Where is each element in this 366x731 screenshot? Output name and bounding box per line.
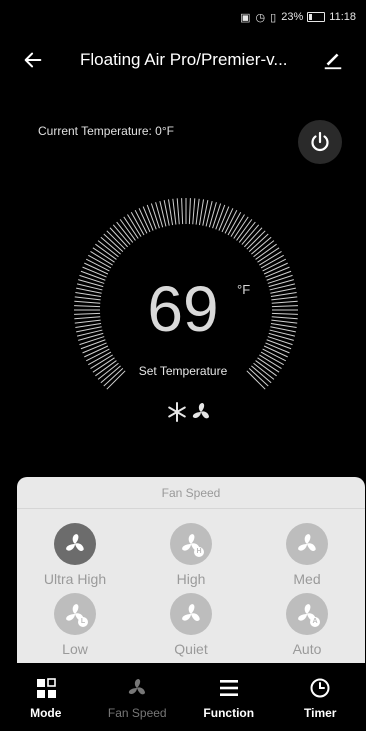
fan-option-ultra-high[interactable]: Ultra High bbox=[20, 523, 130, 587]
nav-fan-speed[interactable]: Fan Speed bbox=[92, 667, 184, 731]
dial-tick bbox=[167, 199, 174, 226]
option-label: Ultra High bbox=[43, 571, 107, 587]
dial-tick bbox=[195, 198, 200, 225]
menu-icon bbox=[219, 680, 238, 696]
sheet-title: Fan Speed bbox=[161, 486, 221, 500]
nav-timer[interactable]: Timer bbox=[275, 667, 366, 731]
badge: L bbox=[78, 617, 88, 627]
dial-tick bbox=[155, 202, 164, 228]
fan-speed-sheet: Fan Speed Ultra High H High Med L Low Qu… bbox=[17, 477, 365, 663]
dial-tick bbox=[192, 198, 196, 225]
back-arrow-icon[interactable] bbox=[22, 49, 44, 71]
fan-low-icon: L bbox=[54, 593, 96, 635]
dial-tick bbox=[146, 204, 157, 230]
clock-icon bbox=[310, 678, 330, 698]
status-icons: ▣ ◷ ▯ bbox=[240, 11, 278, 24]
current-temperature: Current Temperature: 0°F bbox=[38, 124, 174, 138]
option-label: High bbox=[176, 571, 206, 587]
dial-tick bbox=[212, 203, 222, 229]
page-title: Floating Air Pro/Premier-v... bbox=[80, 50, 288, 69]
option-label: Auto bbox=[292, 641, 322, 657]
mode-indicator bbox=[166, 398, 214, 426]
set-temperature-label: Set Temperature bbox=[138, 364, 228, 378]
dial-tick bbox=[208, 202, 217, 228]
nav-label: Timer bbox=[304, 706, 337, 720]
dial-tick bbox=[188, 198, 191, 225]
set-temperature-value: 69 bbox=[147, 273, 219, 345]
fan-auto-icon: A bbox=[286, 593, 328, 635]
mode-icon bbox=[36, 678, 56, 698]
fan-icon bbox=[192, 403, 209, 419]
bottom-nav: Mode Fan Speed Function Timer bbox=[0, 667, 366, 731]
snowflake-icon bbox=[168, 402, 186, 422]
dial-tick bbox=[150, 203, 160, 229]
battery-icon bbox=[307, 12, 326, 22]
edit-icon[interactable] bbox=[322, 49, 344, 71]
badge: H bbox=[194, 547, 204, 557]
nav-function[interactable]: Function bbox=[183, 667, 275, 731]
badge: A bbox=[310, 617, 320, 627]
battery-percentage: 23% bbox=[281, 11, 304, 23]
dial-tick bbox=[198, 199, 205, 226]
fan-icon bbox=[54, 523, 96, 565]
fan-icon bbox=[170, 593, 212, 635]
nav-label: Fan Speed bbox=[107, 706, 167, 720]
app-header: Floating Air Pro/Premier-v... bbox=[0, 40, 366, 80]
fan-option-med[interactable]: Med bbox=[252, 523, 362, 587]
fan-icon bbox=[286, 523, 328, 565]
temperature-unit: °F bbox=[237, 282, 251, 297]
fan-option-low[interactable]: L Low bbox=[20, 593, 130, 657]
power-button[interactable] bbox=[298, 120, 342, 164]
fan-icon bbox=[129, 679, 146, 695]
fan-option-auto[interactable]: A Auto bbox=[252, 593, 362, 657]
fan-option-quiet[interactable]: Quiet bbox=[136, 593, 246, 657]
fan-option-high[interactable]: H High bbox=[136, 523, 246, 587]
option-label: Med bbox=[293, 571, 321, 587]
nav-mode[interactable]: Mode bbox=[0, 667, 92, 731]
power-icon bbox=[311, 131, 329, 152]
dial-tick bbox=[172, 198, 177, 225]
divider bbox=[17, 508, 365, 509]
option-label: Quiet bbox=[174, 641, 208, 657]
nav-label: Function bbox=[203, 706, 255, 720]
fan-high-icon: H bbox=[170, 523, 212, 565]
status-bar: ▣ ◷ ▯ 23% 11:18 bbox=[0, 0, 366, 34]
option-label: Low bbox=[62, 641, 88, 657]
dial-tick bbox=[176, 198, 180, 225]
dial-tick bbox=[215, 204, 226, 230]
dial-tick bbox=[181, 198, 184, 225]
nav-label: Mode bbox=[30, 706, 62, 720]
status-time: 11:18 bbox=[329, 11, 356, 23]
